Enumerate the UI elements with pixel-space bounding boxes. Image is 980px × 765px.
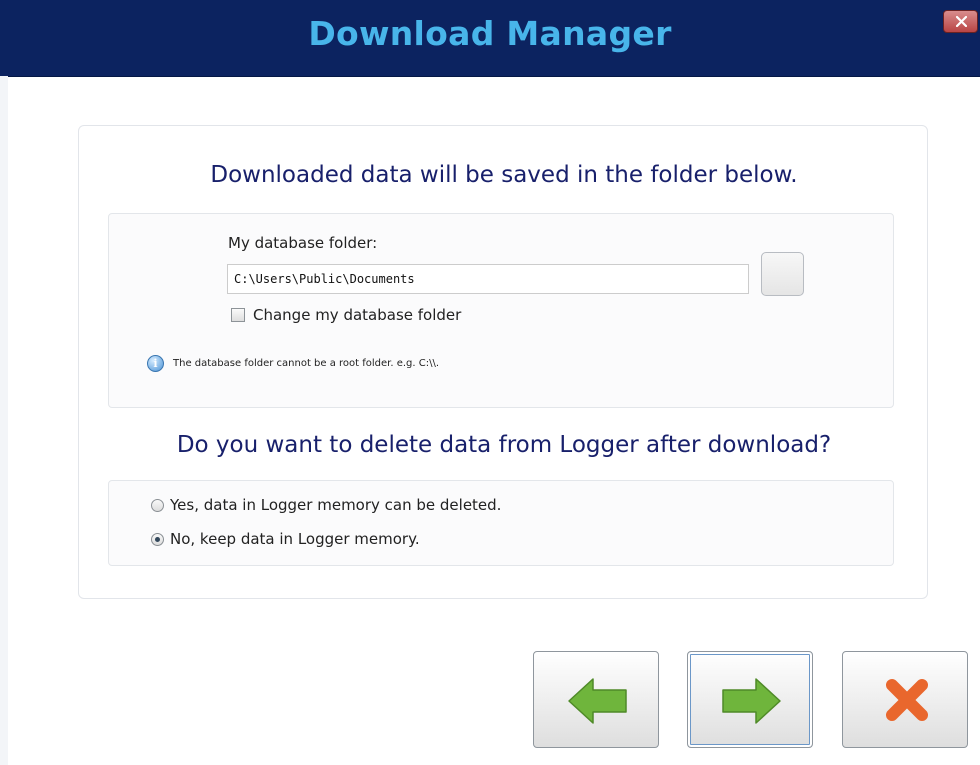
- title-bar: Download Manager: [0, 0, 980, 77]
- delete-no-radio[interactable]: [151, 532, 164, 546]
- delete-option-yes[interactable]: Yes, data in Logger memory can be delete…: [151, 496, 501, 514]
- close-x-icon: [956, 16, 967, 27]
- cancel-x-icon: [886, 679, 928, 721]
- next-button[interactable]: [687, 651, 813, 748]
- download-manager-window: Download Manager Downloaded data will be…: [0, 0, 980, 765]
- window-left-edge: [0, 76, 8, 765]
- delete-yes-radio[interactable]: [151, 498, 164, 512]
- right-arrow-icon: [722, 678, 781, 724]
- change-folder-label: Change my database folder: [253, 306, 462, 324]
- info-icon: i: [147, 355, 164, 372]
- delete-option-no[interactable]: No, keep data in Logger memory.: [151, 530, 420, 548]
- delete-yes-label: Yes, data in Logger memory can be delete…: [170, 496, 502, 514]
- window-title: Download Manager: [308, 14, 672, 53]
- left-arrow-icon: [568, 678, 627, 724]
- cancel-button[interactable]: [842, 651, 968, 748]
- info-text: The database folder cannot be a root fol…: [173, 358, 440, 369]
- browse-folder-button[interactable]: [761, 252, 804, 296]
- delete-options-subpanel: Yes, data in Logger memory can be delete…: [108, 480, 894, 566]
- delete-heading: Do you want to delete data from Logger a…: [176, 432, 832, 458]
- folder-subpanel: My database folder: Change my database f…: [108, 213, 894, 408]
- change-folder-checkbox[interactable]: [231, 308, 245, 322]
- close-button[interactable]: [943, 10, 978, 33]
- back-button[interactable]: [533, 651, 659, 748]
- settings-panel: Downloaded data will be saved in the fol…: [78, 125, 928, 599]
- info-message: i The database folder cannot be a root f…: [147, 355, 439, 372]
- database-folder-input[interactable]: [227, 264, 749, 294]
- folder-heading: Downloaded data will be saved in the fol…: [210, 162, 798, 188]
- database-folder-label: My database folder:: [228, 234, 378, 252]
- delete-no-label: No, keep data in Logger memory.: [170, 530, 420, 548]
- change-folder-checkbox-row[interactable]: Change my database folder: [231, 306, 461, 324]
